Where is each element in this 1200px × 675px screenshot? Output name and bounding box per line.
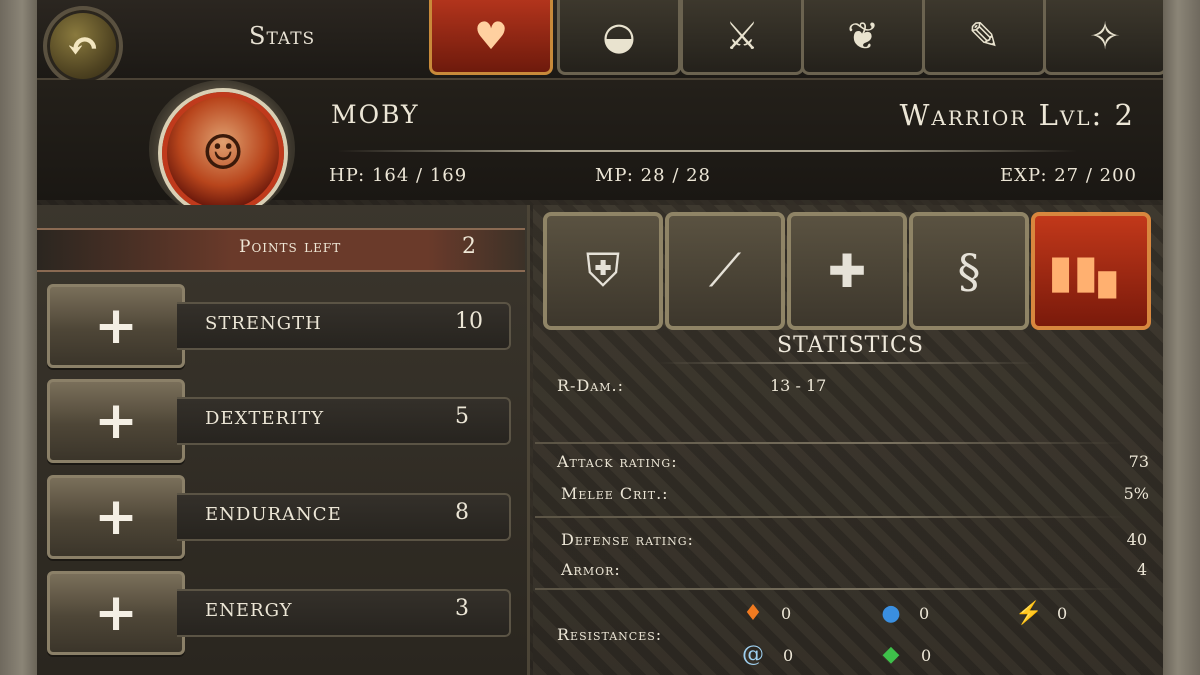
armor-label: Armor: (561, 560, 621, 579)
section-divider (535, 516, 1125, 518)
statistics-title: STATISTICS (777, 333, 924, 358)
water-drop-icon: ● (881, 600, 901, 626)
tab-scroll[interactable]: ✎ (922, 0, 1046, 75)
hp-readout: HP: 164 / 169 (329, 165, 468, 186)
attribute-label: STRENGTH (205, 313, 322, 334)
defense-rating-value: 40 (1126, 530, 1147, 549)
fire-icon: ♦ (743, 600, 763, 626)
plus-icon: + (94, 583, 138, 643)
add-strength-button[interactable]: + (47, 284, 185, 368)
add-dexterity-button[interactable]: + (47, 379, 185, 463)
page-title: Stats (249, 22, 316, 50)
right-frame (1163, 0, 1200, 675)
plus-icon: + (94, 296, 138, 356)
attribute-label: DEXTERITY (205, 408, 325, 429)
section-divider (535, 588, 1125, 590)
left-frame (0, 0, 37, 675)
lightning-icon: ⚡ (1015, 600, 1043, 626)
lightning-resistance-value: 0 (1057, 604, 1068, 623)
mp-readout: MP: 28 / 28 (595, 165, 712, 186)
resistances-label: Resistances: (557, 625, 663, 644)
attribute-row-strength: + STRENGTH 10 (37, 284, 527, 368)
category-tab-statistics[interactable]: ▮▮▖ (1031, 212, 1151, 330)
r-dam-label: R-Dam.: (557, 376, 624, 395)
character-portrait[interactable]: ☺ (162, 92, 284, 214)
category-tab-magic[interactable]: § (909, 212, 1029, 330)
gem-icon: ◆ (882, 641, 900, 667)
shield-icon: ⛨ (585, 243, 621, 297)
swirl-icon: @ (742, 641, 764, 667)
tab-bag[interactable]: ◒ (557, 0, 681, 75)
category-tab-weapon[interactable]: ⟋ (665, 212, 785, 330)
wind-resistance-value: 0 (783, 646, 794, 665)
points-left-label: Points left (239, 237, 342, 257)
water-resistance-value: 0 (919, 604, 930, 623)
character-name: MOBY (331, 100, 420, 129)
attribute-row-dexterity: + DEXTERITY 5 (37, 379, 527, 463)
section-divider (535, 442, 1125, 444)
cross-icon: ✚ (827, 244, 867, 298)
r-dam-value: 13 - 17 (770, 376, 827, 395)
map-icon: ✧ (1089, 14, 1121, 58)
sword-icon: ⚔ (724, 14, 760, 58)
stats-screen: ↶ Stats ♥ ◒ ⚔ ❦ ✎ ✧ ☺ MOBY Warrior Lvl: … (37, 0, 1163, 675)
melee-crit-label: Melee Crit.: (561, 484, 669, 503)
blade-icon: ⟋ (708, 243, 742, 297)
attack-rating-value: 73 (1128, 452, 1149, 471)
defense-rating-label: Defense rating: (561, 530, 694, 549)
statistics-divider (657, 362, 1037, 364)
armor-value: 4 (1136, 560, 1147, 579)
attribute-value: 5 (455, 404, 469, 429)
plus-icon: + (94, 487, 138, 547)
bag-icon: ◒ (602, 14, 636, 58)
wings-icon: ❦ (847, 14, 879, 58)
category-tab-health[interactable]: ✚ (787, 212, 907, 330)
attribute-row-endurance: + ENDURANCE 8 (37, 475, 527, 559)
staff-icon: § (957, 244, 981, 298)
character-class-level: Warrior Lvl: 2 (899, 98, 1135, 132)
points-left-value: 2 (462, 234, 476, 259)
back-arrow-icon: ↶ (66, 22, 100, 70)
scroll-icon: ✎ (968, 14, 1000, 58)
back-button[interactable]: ↶ (43, 6, 123, 86)
attack-rating-label: Attack rating: (557, 452, 678, 471)
add-endurance-button[interactable]: + (47, 475, 185, 559)
melee-crit-value: 5% (1123, 484, 1149, 503)
header-divider (337, 150, 1077, 152)
add-energy-button[interactable]: + (47, 571, 185, 655)
category-tab-defense[interactable]: ⛨ (543, 212, 663, 330)
heart-icon: ♥ (473, 14, 509, 58)
bar-chart-icon: ▮▮▖ (1047, 244, 1134, 298)
exp-readout: EXP: 27 / 200 (1000, 165, 1137, 186)
attribute-value: 8 (455, 500, 469, 525)
tab-wings[interactable]: ❦ (801, 0, 925, 75)
attribute-row-energy: + ENERGY 3 (37, 571, 527, 655)
attribute-label: ENERGY (205, 600, 293, 621)
fire-resistance-value: 0 (781, 604, 792, 623)
poison-resistance-value: 0 (921, 646, 932, 665)
attribute-value: 10 (455, 309, 483, 334)
tab-sword[interactable]: ⚔ (680, 0, 804, 75)
tab-map[interactable]: ✧ (1043, 0, 1163, 75)
face-icon: ☺ (201, 125, 245, 181)
attribute-label: ENDURANCE (205, 504, 342, 525)
plus-icon: + (94, 391, 138, 451)
tab-heart[interactable]: ♥ (429, 0, 553, 75)
attribute-value: 3 (455, 596, 469, 621)
